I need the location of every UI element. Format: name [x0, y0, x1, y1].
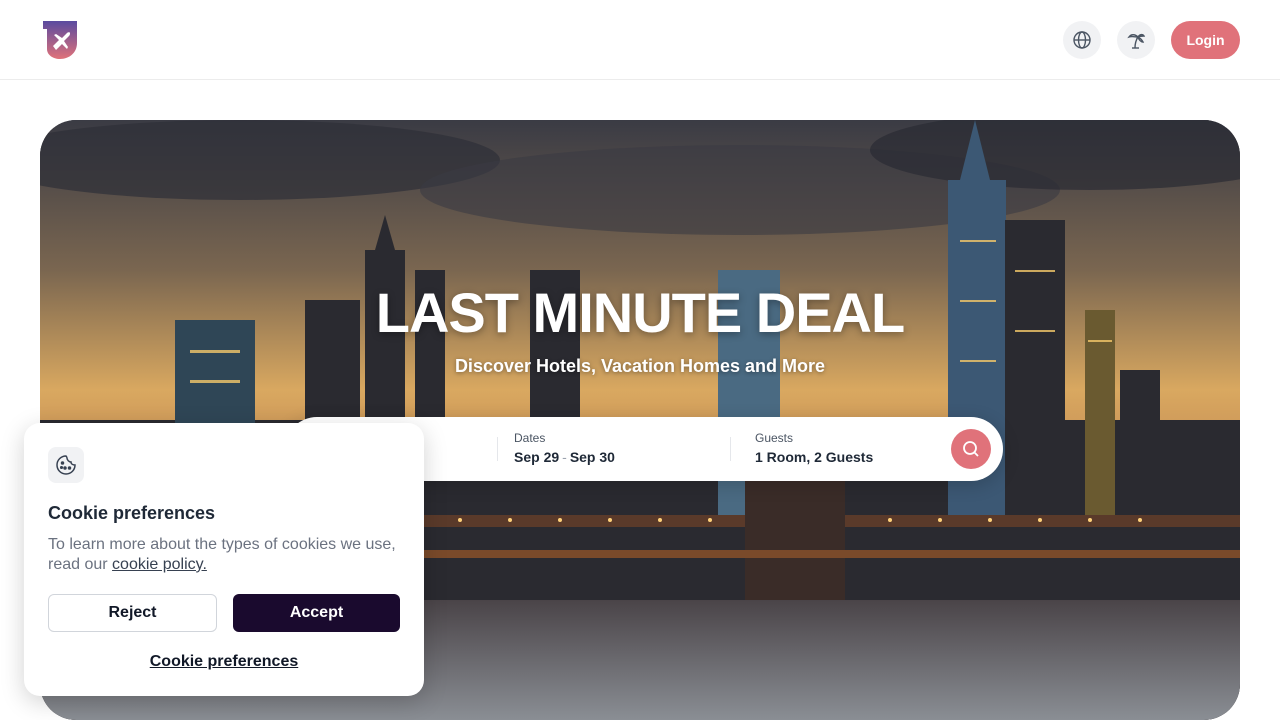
search-button[interactable] [951, 429, 991, 469]
language-button[interactable] [1063, 21, 1101, 59]
cookie-icon [48, 447, 84, 483]
palm-tree-icon [1127, 33, 1146, 49]
login-button[interactable]: Login [1171, 21, 1240, 59]
search-icon [963, 441, 979, 457]
activities-button[interactable] [1117, 21, 1155, 59]
hero-subtitle: Discover Hotels, Vacation Homes and More [454, 356, 826, 376]
cookie-preferences-dialog: Cookie preferences To learn more about t… [24, 423, 424, 696]
guests-label: Guests [755, 431, 794, 445]
accept-button[interactable]: Accept [233, 594, 400, 632]
reject-button[interactable]: Reject [48, 594, 217, 632]
guests-value: 1 Room, 2 Guests [755, 449, 874, 465]
globe-icon [1073, 31, 1091, 49]
dates-value: Sep 29- Sep 30 [514, 449, 615, 465]
dates-label: Dates [514, 431, 546, 445]
search-divider [730, 437, 731, 461]
cookie-preferences-link[interactable]: Cookie preferences [24, 653, 424, 671]
cookie-policy-link[interactable]: cookie policy. [112, 556, 207, 573]
plane-logo-icon[interactable] [43, 21, 77, 59]
dates-field[interactable]: Dates Sep 29- Sep 30 [514, 431, 615, 465]
guests-field[interactable]: Guests 1 Room, 2 Guests [755, 431, 873, 465]
top-header: Login [0, 0, 1280, 80]
hero-title: LAST MINUTE DEAL [375, 281, 905, 344]
cookie-description: To learn more about the types of cookies… [48, 536, 396, 573]
search-divider [497, 437, 498, 461]
cookie-title: Cookie preferences [48, 503, 216, 523]
